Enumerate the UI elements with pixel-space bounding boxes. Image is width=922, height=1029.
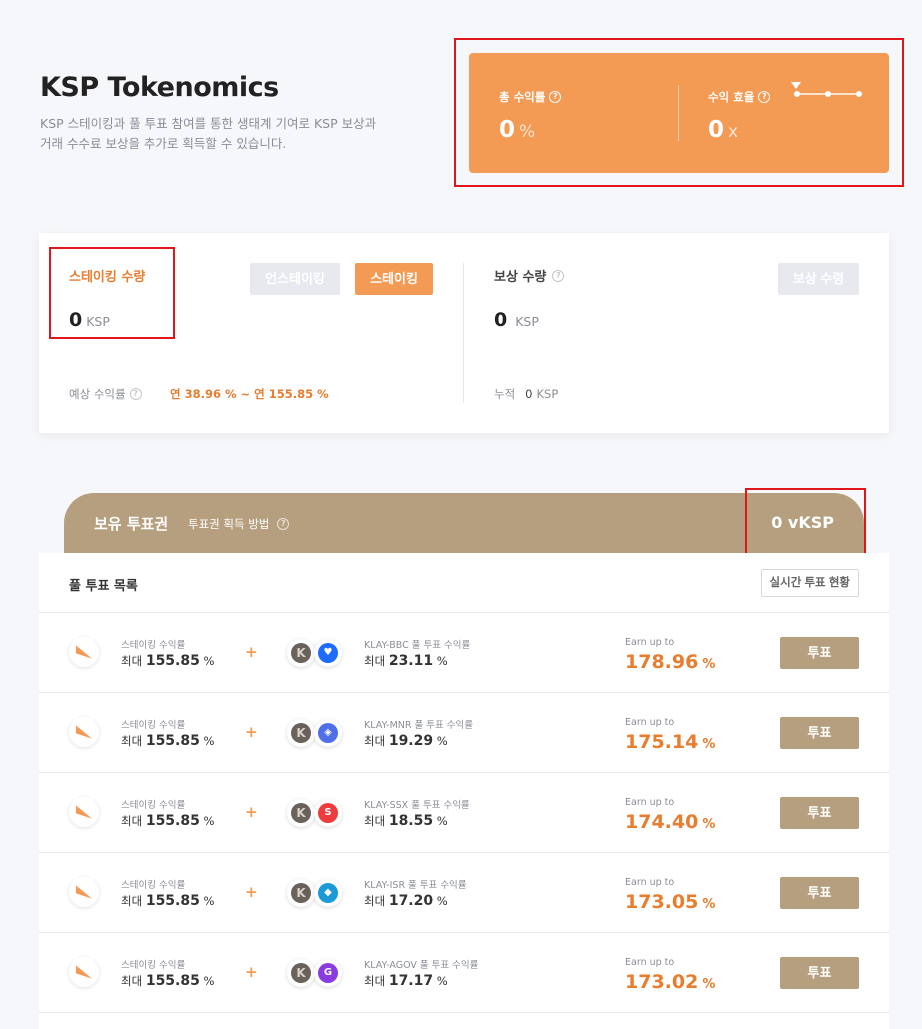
ksp-logo-icon <box>69 797 99 827</box>
earn-up-to-value: 174.40% <box>625 811 716 833</box>
pool-vote-row: 스테이킹 수익률 최대 155.85 % + S KLAY-SSX 풀 투표 수… <box>39 773 889 853</box>
vote-button[interactable]: 투표 <box>780 637 859 669</box>
help-icon[interactable]: ? <box>277 518 290 530</box>
bbc-token-icon: ♥ <box>314 639 342 667</box>
staking-max-apr: 최대 155.85 % <box>121 813 215 829</box>
apr-label-wrap: 예상 수익률 ? <box>69 386 142 402</box>
staking-apr-label: 스테이킹 수익률 <box>121 960 186 971</box>
staking-apr-label: 스테이킹 수익률 <box>121 800 186 811</box>
earn-up-to-label: Earn up to <box>625 797 675 808</box>
how-to-get-votes-link[interactable]: 투표권 획득 방법 ? <box>188 516 290 532</box>
pool-vote-row: 스테이킹 수익률 최대 155.85 % + ◆ KLAY-ISR 풀 투표 수… <box>39 853 889 933</box>
staking-apr-label: 스테이킹 수익률 <box>121 880 186 891</box>
page-title: KSP Tokenomics <box>40 72 279 103</box>
pool-apr-label: KLAY-SSX 풀 투표 수익률 <box>364 800 470 811</box>
isr-token-icon: ◆ <box>314 879 342 907</box>
claim-reward-button[interactable]: 보상 수령 <box>778 263 859 295</box>
pool-vote-row: 스테이킹 수익률 최대 155.85 % + ♥ KLAY-BBC 풀 투표 수… <box>39 613 889 693</box>
staking-apr-label: 스테이킹 수익률 <box>121 720 186 731</box>
klay-token-icon <box>287 719 315 747</box>
voting-power-header: 보유 투표권 투표권 획득 방법 ? 0 vKSP <box>64 493 864 553</box>
page-description: KSP 스테이킹과 풀 투표 참여를 통한 생태계 기여로 KSP 보상과 거래… <box>40 116 377 151</box>
staking-max-apr: 최대 155.85 % <box>121 733 215 749</box>
unstake-button[interactable]: 언스테이킹 <box>250 263 340 295</box>
klay-token-icon <box>287 959 315 987</box>
earn-up-to-value: 175.14% <box>625 731 716 753</box>
pool-max-apr: 최대 17.17 % <box>364 973 448 989</box>
pool-vote-list: 풀 투표 목록 실시간 투표 현황 스테이킹 수익률 최대 155.85 % +… <box>39 553 889 1029</box>
stake-button[interactable]: 스테이킹 <box>355 263 433 295</box>
vote-button[interactable]: 투표 <box>780 957 859 989</box>
pool-vote-row: 스테이킹 수익률 최대 155.85 % + G KLAY-AGOV 풀 투표 … <box>39 933 889 1013</box>
cumulative-reward: 누적 0 KSP <box>494 387 559 401</box>
pool-max-apr: 최대 19.29 % <box>364 733 448 749</box>
pool-max-apr: 최대 17.20 % <box>364 893 448 909</box>
apr-value: 연 38.96 % ~ 연 155.85 % <box>170 387 329 401</box>
agov-token-icon: G <box>314 959 342 987</box>
highlight-box <box>745 488 866 559</box>
apr-label: 예상 수익률 <box>69 387 126 401</box>
ksp-logo-icon <box>69 877 99 907</box>
pool-vote-list-title: 풀 투표 목록 <box>69 579 138 594</box>
plus-icon: + <box>245 643 258 661</box>
vote-button[interactable]: 투표 <box>780 717 859 749</box>
pool-vote-row: 스테이킹 수익률 최대 155.85 % + ◈ KLAY-MNR 풀 투표 수… <box>39 693 889 773</box>
plus-icon: + <box>245 883 258 901</box>
ssx-token-icon: S <box>314 799 342 827</box>
help-icon[interactable]: ? <box>129 388 142 400</box>
help-icon[interactable]: ? <box>552 269 565 282</box>
divider <box>463 263 464 403</box>
pool-max-apr: 최대 18.55 % <box>364 813 448 829</box>
staking-max-apr: 최대 155.85 % <box>121 973 215 989</box>
plus-icon: + <box>245 723 258 741</box>
highlight-box <box>454 38 904 187</box>
earn-up-to-value: 173.05% <box>625 891 716 913</box>
reward-amount-label-wrap: 보상 수량 ? <box>494 266 565 285</box>
earn-up-to-label: Earn up to <box>625 637 675 648</box>
mnr-token-icon: ◈ <box>314 719 342 747</box>
earn-up-to-label: Earn up to <box>625 717 675 728</box>
staking-max-apr: 최대 155.85 % <box>121 653 215 669</box>
earn-up-to-value: 173.02% <box>625 971 716 993</box>
ksp-logo-icon <box>69 717 99 747</box>
klay-token-icon <box>287 799 315 827</box>
earn-up-to-label: Earn up to <box>625 957 675 968</box>
pool-apr-label: KLAY-AGOV 풀 투표 수익률 <box>364 960 479 971</box>
ksp-logo-icon <box>69 637 99 667</box>
ksp-logo-icon <box>69 957 99 987</box>
realtime-vote-status-button[interactable]: 실시간 투표 현황 <box>760 569 859 597</box>
klay-token-icon <box>287 879 315 907</box>
staking-max-apr: 최대 155.85 % <box>121 893 215 909</box>
vote-button[interactable]: 투표 <box>780 797 859 829</box>
pool-apr-label: KLAY-ISR 풀 투표 수익률 <box>364 880 467 891</box>
plus-icon: + <box>245 963 258 981</box>
pool-max-apr: 최대 23.11 % <box>364 653 448 669</box>
plus-icon: + <box>245 803 258 821</box>
vote-button[interactable]: 투표 <box>780 877 859 909</box>
highlight-box <box>49 247 175 339</box>
pool-apr-label: KLAY-BBC 풀 투표 수익률 <box>364 640 471 651</box>
staking-apr-label: 스테이킹 수익률 <box>121 640 186 651</box>
reward-amount-label: 보상 수량 <box>494 270 547 285</box>
voting-power-title: 보유 투표권 <box>94 515 169 533</box>
klay-token-icon <box>287 639 315 667</box>
earn-up-to-value: 178.96% <box>625 651 716 673</box>
earn-up-to-label: Earn up to <box>625 877 675 888</box>
reward-amount-value: 0 KSP <box>494 309 539 331</box>
pool-apr-label: KLAY-MNR 풀 투표 수익률 <box>364 720 474 731</box>
